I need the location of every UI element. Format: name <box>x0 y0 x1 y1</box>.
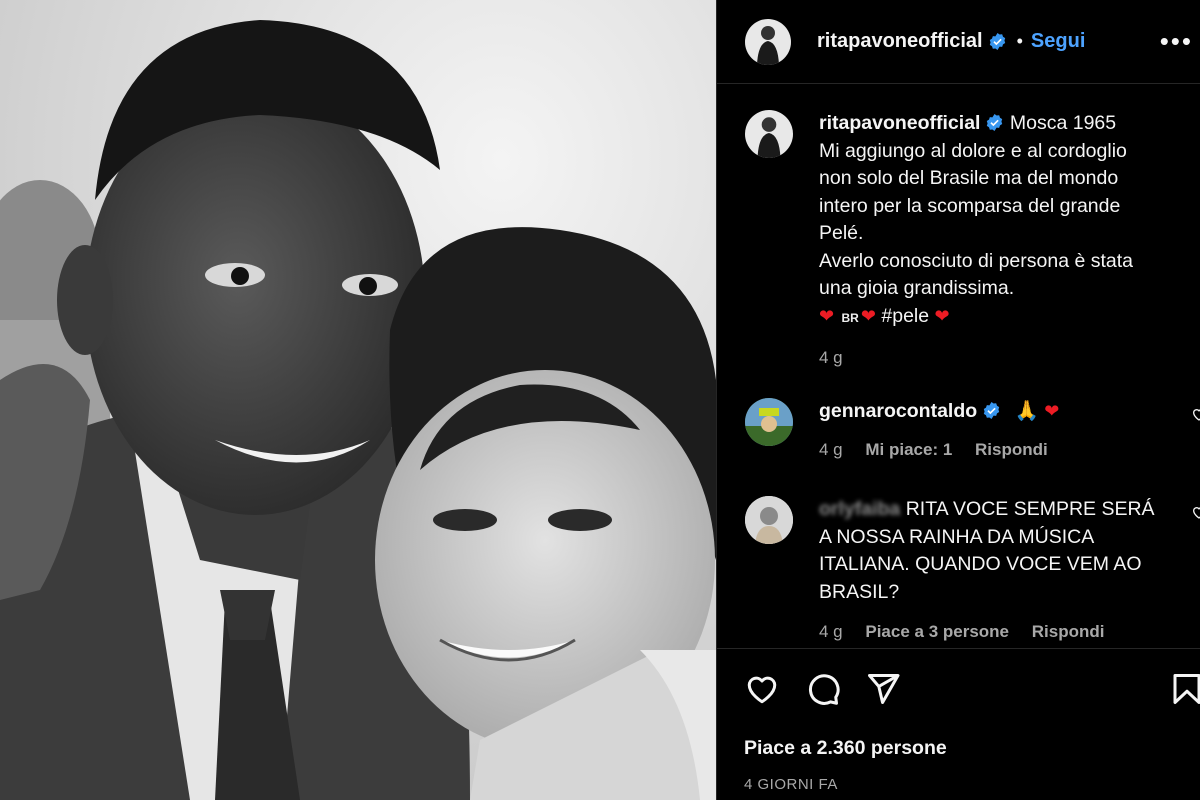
separator-dot: • <box>1016 31 1023 51</box>
post-header: ritapavoneofficial • Segui ••• <box>717 0 1200 84</box>
praying-hands-emoji: 🙏 <box>1014 400 1039 422</box>
caption-text: ritapavoneofficial Mosca 1965 Mi aggiung… <box>819 110 1200 372</box>
caption-line: una gioia grandissima. <box>819 277 1015 299</box>
avatar[interactable] <box>745 496 793 544</box>
heart-icon[interactable] <box>1191 406 1200 422</box>
comment-line: A NOSSA RAINHA DA MÚSICA <box>819 525 1095 548</box>
red-heart-emoji: ❤ <box>1044 401 1060 421</box>
comment-username[interactable]: orlyfaiba <box>819 498 900 520</box>
comment-body: gennarocontaldo 🙏 ❤ 4 g Mi piace: 1 Risp… <box>819 398 1189 463</box>
post-date: 4 GIORNI FA <box>744 776 838 793</box>
brazil-flag-emoji: BR <box>841 310 859 325</box>
red-heart-emoji: ❤ <box>819 305 835 326</box>
caption-timestamp: 4 g <box>819 348 843 367</box>
reply-button[interactable]: Rispondi <box>975 440 1048 459</box>
user-avatar-icon <box>757 117 781 158</box>
post-photo <box>0 0 716 800</box>
caption-username[interactable]: ritapavoneofficial <box>819 112 980 134</box>
comment-body: orlyfaiba RITA VOCE SEMPRE SERÁ A NOSSA … <box>819 496 1189 646</box>
comment-meta: 4 g Piace a 3 persone Rispondi <box>819 618 1189 646</box>
comment-username[interactable]: gennarocontaldo <box>819 400 977 422</box>
red-heart-emoji: ❤ <box>934 305 950 326</box>
caption-line: Mi aggiungo al dolore e al cordoglio <box>819 139 1127 162</box>
comment-line: ITALIANA. QUANDO VOCE VEM AO <box>819 553 1142 575</box>
comment-timestamp: 4 g <box>819 439 843 459</box>
comment-meta: 4 g Mi piace: 1 Rispondi <box>819 436 1189 464</box>
comment-likes-link[interactable]: Piace a 3 persone <box>865 622 1009 641</box>
user-avatar-icon <box>745 496 793 544</box>
reply-button[interactable]: Rispondi <box>1032 622 1105 641</box>
avatar[interactable] <box>745 18 791 65</box>
comment-icon[interactable] <box>805 671 841 707</box>
heart-icon[interactable] <box>744 671 780 707</box>
more-options-icon[interactable]: ••• <box>1160 26 1193 57</box>
verified-badge-icon <box>987 113 1003 132</box>
user-avatar-icon <box>757 25 779 65</box>
user-avatar-icon <box>745 398 793 446</box>
black-and-white-photo <box>0 0 716 800</box>
comment-line: BRASIL? <box>819 580 900 603</box>
account-username[interactable]: ritapavoneofficial <box>817 30 983 53</box>
post-actions: Piace a 2.360 persone 4 GIORNI FA <box>717 648 1200 800</box>
post-side-panel: ritapavoneofficial • Segui ••• ritapavon… <box>716 0 1200 800</box>
caption-emoji-line: ❤ BR ❤ #pele ❤ <box>819 303 1200 333</box>
caption-line: Averlo conosciuto di persona è stata <box>819 249 1133 272</box>
avatar[interactable] <box>745 398 793 446</box>
follow-button[interactable]: Segui <box>1031 30 1085 53</box>
caption-line: Pelé. <box>819 222 864 244</box>
bookmark-icon[interactable] <box>1169 671 1200 707</box>
comment-timestamp: 4 g <box>819 622 843 641</box>
heart-icon[interactable] <box>1191 504 1200 520</box>
comment-likes-link[interactable]: Mi piace: 1 <box>865 440 952 459</box>
likes-count[interactable]: Piace a 2.360 persone <box>744 737 947 760</box>
caption-line: Mosca 1965 <box>1009 112 1117 134</box>
avatar[interactable] <box>745 110 793 158</box>
verified-badge-icon <box>983 401 1000 420</box>
hashtag-link[interactable]: #pele <box>881 305 929 327</box>
verified-badge-icon <box>989 32 1005 51</box>
caption-line: non solo del Brasile ma del mondo <box>819 167 1119 189</box>
red-heart-emoji: ❤ <box>860 305 876 326</box>
caption-line: intero per la scomparsa del grande <box>819 194 1121 217</box>
comment-line: RITA VOCE SEMPRE SERÁ <box>905 498 1155 520</box>
share-icon[interactable] <box>865 671 901 707</box>
